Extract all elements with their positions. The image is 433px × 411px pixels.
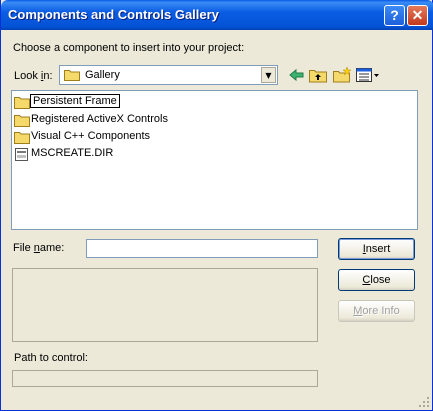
back-arrow-icon[interactable] xyxy=(287,66,307,84)
instruction-text: Choose a component to insert into your p… xyxy=(13,42,245,54)
look-in-value: Gallery xyxy=(85,69,120,81)
folder-icon xyxy=(14,132,30,144)
new-folder-icon[interactable] xyxy=(332,66,352,84)
file-name-label: File name: xyxy=(13,242,65,254)
up-one-level-icon[interactable] xyxy=(308,66,328,84)
file-icon xyxy=(15,148,28,161)
list-item-label: Registered ActiveX Controls xyxy=(31,113,168,125)
list-item-label: Persistent Frame xyxy=(30,94,120,108)
resize-grip-icon[interactable] xyxy=(418,396,430,408)
dialog-window: Components and Controls Gallery ? ✕ Choo… xyxy=(0,0,433,411)
look-in-label: Look in: xyxy=(14,70,53,82)
close-button[interactable]: Close xyxy=(338,269,415,291)
path-to-control-field xyxy=(12,370,318,387)
description-panel xyxy=(12,268,318,342)
component-list[interactable]: Persistent Frame Registered ActiveX Cont… xyxy=(11,90,418,230)
file-name-input[interactable] xyxy=(86,239,318,258)
folder-icon xyxy=(64,70,80,81)
path-to-control-label: Path to control: xyxy=(14,352,88,364)
look-in-dropdown[interactable]: Gallery ▼ xyxy=(59,65,278,85)
close-window-button[interactable]: ✕ xyxy=(407,5,428,26)
help-button[interactable]: ? xyxy=(384,5,405,26)
view-menu-icon[interactable] xyxy=(355,66,381,84)
title-bar[interactable]: Components and Controls Gallery ? ✕ xyxy=(1,0,433,30)
chevron-down-icon[interactable]: ▼ xyxy=(261,67,276,83)
more-info-button: More Info xyxy=(338,300,415,322)
folder-icon xyxy=(14,97,30,109)
list-item-label: MSCREATE.DIR xyxy=(31,147,114,159)
folder-icon xyxy=(14,115,30,127)
insert-button[interactable]: Insert xyxy=(338,238,415,260)
list-item-label: Visual C++ Components xyxy=(31,130,151,142)
window-title: Components and Controls Gallery xyxy=(8,7,219,22)
